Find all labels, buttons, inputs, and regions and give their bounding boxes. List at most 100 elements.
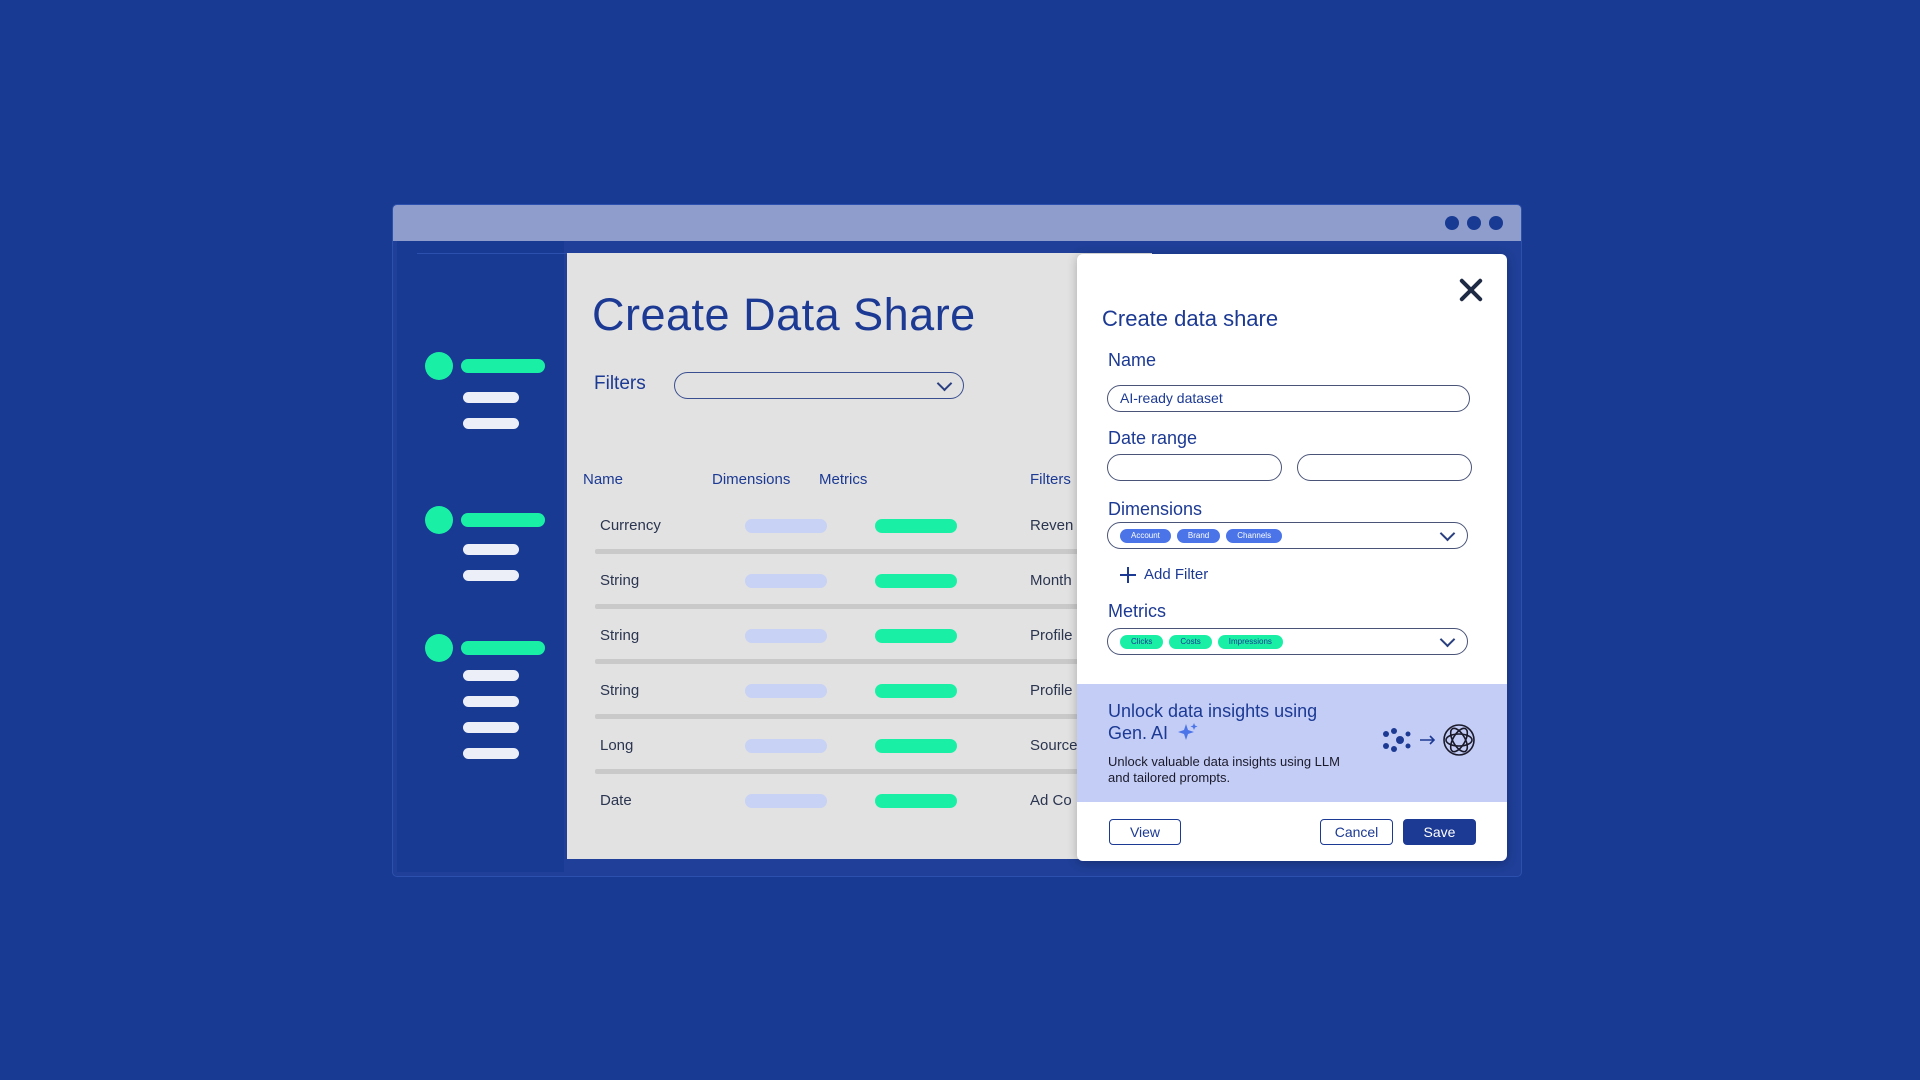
row-name: Date xyxy=(600,792,632,809)
save-button[interactable]: Save xyxy=(1403,819,1476,845)
sidebar-item[interactable] xyxy=(463,544,519,555)
dimension-chip[interactable]: Channels xyxy=(1226,529,1283,543)
metric-placeholder xyxy=(875,739,957,753)
sidebar-group-header[interactable] xyxy=(461,359,545,373)
window-dot-icon[interactable] xyxy=(1467,216,1481,230)
date-range-label: Date range xyxy=(1108,428,1198,448)
add-filter-label: Add Filter xyxy=(1144,566,1209,583)
row-divider xyxy=(595,714,1152,719)
table-row[interactable]: Date Ad Co xyxy=(567,780,1152,835)
table-row[interactable]: Long Source xyxy=(567,725,1152,780)
table-row[interactable]: String Profile xyxy=(567,615,1152,670)
ai-integration-icons xyxy=(1381,722,1477,758)
row-name: Long xyxy=(600,737,634,754)
metric-chip[interactable]: Costs xyxy=(1169,635,1212,649)
filters-label: Filters xyxy=(594,373,646,394)
row-filter: Profile xyxy=(1030,682,1073,699)
metric-placeholder xyxy=(875,574,957,588)
plus-icon xyxy=(1120,566,1136,583)
row-divider xyxy=(595,659,1152,664)
ai-panel-title-text: Unlock data insights using Gen. AI xyxy=(1108,701,1318,743)
chevron-down-icon xyxy=(1439,631,1456,648)
date-range-end-input[interactable] xyxy=(1297,454,1472,481)
window-dot-icon[interactable] xyxy=(1445,216,1459,230)
dimension-placeholder xyxy=(745,519,827,533)
window-titlebar xyxy=(393,205,1521,241)
sidebar-item[interactable] xyxy=(463,570,519,581)
name-label: Name xyxy=(1108,350,1157,370)
column-header-filters[interactable]: Filters xyxy=(1030,471,1071,488)
table-row[interactable]: Currency Reven xyxy=(567,505,1152,560)
gen-ai-promo-panel[interactable]: Unlock data insights using Gen. AI Unloc… xyxy=(1077,684,1507,802)
sidebar-group-icon xyxy=(425,506,453,534)
sidebar-item[interactable] xyxy=(463,418,519,429)
cancel-button[interactable]: Cancel xyxy=(1320,819,1393,845)
sidebar-group-icon xyxy=(425,352,453,380)
row-divider xyxy=(595,549,1152,554)
row-filter: Reven xyxy=(1030,517,1074,534)
metric-placeholder xyxy=(875,684,957,698)
row-name: String xyxy=(600,682,640,699)
metric-chip[interactable]: Clicks xyxy=(1120,635,1164,649)
dimensions-select[interactable]: Account Brand Channels xyxy=(1107,522,1468,549)
sidebar-item[interactable] xyxy=(463,748,519,759)
sidebar-item[interactable] xyxy=(463,722,519,733)
metric-placeholder xyxy=(875,794,957,808)
metric-placeholder xyxy=(875,519,957,533)
chevron-down-icon xyxy=(936,375,953,392)
dimensions-label: Dimensions xyxy=(1108,499,1203,519)
table-row[interactable]: String Month xyxy=(567,560,1152,615)
row-name: String xyxy=(600,572,640,589)
page-title: Create Data Share xyxy=(592,289,976,340)
sidebar-item[interactable] xyxy=(463,696,519,707)
metric-chips: Clicks Costs Impressions xyxy=(1120,635,1283,649)
sidebar-divider xyxy=(417,253,567,254)
view-button[interactable]: View xyxy=(1109,819,1181,845)
column-header-name[interactable]: Name xyxy=(583,471,623,488)
sidebar-group-icon xyxy=(425,634,453,662)
metric-chip[interactable]: Impressions xyxy=(1217,635,1283,649)
dimension-placeholder xyxy=(745,629,827,643)
sparkle-icon xyxy=(1178,723,1198,740)
window-controls[interactable] xyxy=(1445,216,1503,230)
row-name: String xyxy=(600,627,640,644)
dialog-title: Create data share xyxy=(1102,306,1279,331)
sidebar-item[interactable] xyxy=(463,670,519,681)
row-name: Currency xyxy=(600,517,661,534)
name-input[interactable]: AI-ready dataset xyxy=(1107,385,1470,412)
sidebar xyxy=(397,241,567,872)
column-header-dimensions[interactable]: Dimensions xyxy=(712,471,790,488)
table-row[interactable]: String Profile xyxy=(567,670,1152,725)
close-icon[interactable] xyxy=(1455,274,1487,306)
window-dot-icon[interactable] xyxy=(1489,216,1503,230)
dimension-chip[interactable]: Brand xyxy=(1176,529,1221,543)
name-input-value: AI-ready dataset xyxy=(1120,390,1223,406)
brand-logo-icon xyxy=(1383,728,1411,752)
row-filter: Ad Co xyxy=(1030,792,1072,809)
dimension-chips: Account Brand Channels xyxy=(1120,529,1283,543)
sidebar-group-header[interactable] xyxy=(461,513,545,527)
date-range-start-input[interactable] xyxy=(1107,454,1282,481)
metric-placeholder xyxy=(875,629,957,643)
create-data-share-dialog: Create data share Name AI-ready dataset … xyxy=(1077,254,1507,861)
metrics-select[interactable]: Clicks Costs Impressions xyxy=(1107,628,1468,655)
arrow-right-icon xyxy=(1420,735,1436,745)
dimension-placeholder xyxy=(745,794,827,808)
column-header-metrics[interactable]: Metrics xyxy=(819,471,867,488)
dimension-placeholder xyxy=(745,684,827,698)
filters-dropdown[interactable] xyxy=(674,372,964,399)
ai-panel-title: Unlock data insights using Gen. AI xyxy=(1108,700,1348,744)
main-panel: Create Data Share Filters Name Dimension… xyxy=(567,253,1152,859)
dimension-placeholder xyxy=(745,574,827,588)
ai-panel-description: Unlock valuable data insights using LLM … xyxy=(1108,754,1340,785)
row-filter: Profile xyxy=(1030,627,1073,644)
row-filter: Month xyxy=(1030,572,1072,589)
dimension-placeholder xyxy=(745,739,827,753)
dimension-chip[interactable]: Account xyxy=(1120,529,1171,543)
metrics-label: Metrics xyxy=(1108,601,1166,621)
sidebar-item[interactable] xyxy=(463,392,519,403)
add-filter-button[interactable]: Add Filter xyxy=(1120,566,1208,583)
openai-logo-icon xyxy=(1443,724,1475,756)
row-filter: Source xyxy=(1030,737,1078,754)
sidebar-group-header[interactable] xyxy=(461,641,545,655)
